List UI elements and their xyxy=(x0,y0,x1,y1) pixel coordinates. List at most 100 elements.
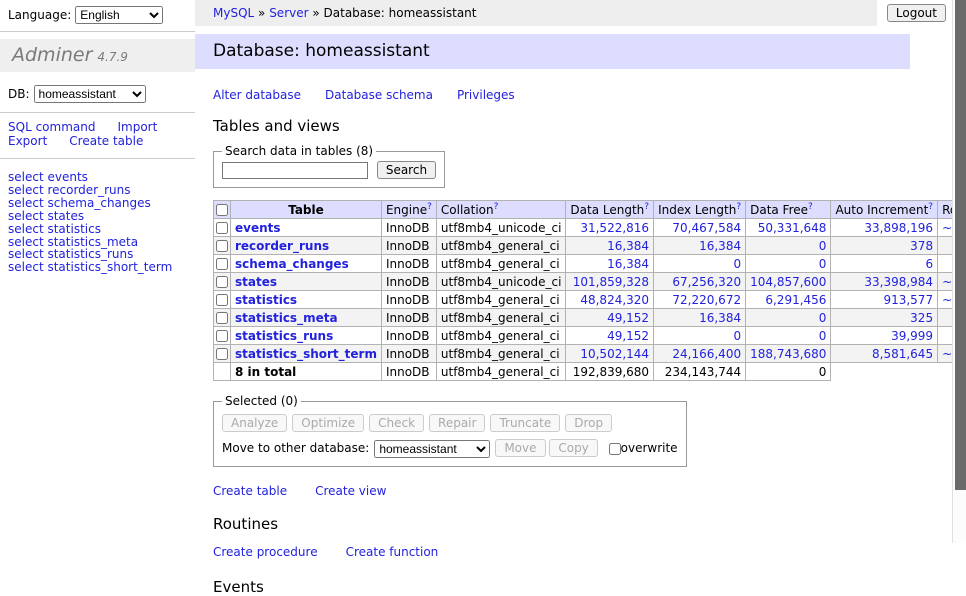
overwrite-checkbox[interactable] xyxy=(609,443,621,455)
language-select[interactable]: English xyxy=(75,6,163,24)
table-link-statistics-meta[interactable]: statistics_meta xyxy=(235,311,338,325)
nav-link-alter-database[interactable]: Alter database xyxy=(213,88,301,102)
row-checkbox[interactable] xyxy=(216,276,228,288)
tables-table: TableEngine?Collation?Data Length?Index … xyxy=(213,200,966,381)
language-label: Language: xyxy=(8,8,71,22)
table-link-recorder-runs[interactable]: recorder_runs xyxy=(235,239,329,253)
row-checkbox[interactable] xyxy=(216,240,228,252)
table-link-statistics[interactable]: statistics xyxy=(235,293,297,307)
sidebar-link-select-recorder-runs[interactable]: select recorder_runs xyxy=(8,184,195,197)
row-checkbox-cell xyxy=(214,273,231,291)
cell-collation: utf8mb4_unicode_ci xyxy=(436,273,566,291)
column-help-link[interactable]: ? xyxy=(928,202,933,212)
column-help-link[interactable]: ? xyxy=(808,202,813,212)
row-checkbox-cell xyxy=(214,309,231,327)
logout-button[interactable]: Logout xyxy=(887,4,946,22)
cell-collation: utf8mb4_general_ci xyxy=(436,291,566,309)
cell-auto-increment: 33,898,196 xyxy=(831,219,938,237)
cell-engine: InnoDB xyxy=(381,309,436,327)
nav-link-database-schema[interactable]: Database schema xyxy=(325,88,433,102)
column-header-label: Index Length xyxy=(658,203,736,217)
drop-button[interactable]: Drop xyxy=(565,414,612,432)
cell-data-length: 101,859,328 xyxy=(566,273,654,291)
move-db-select[interactable]: homeassistant xyxy=(374,440,490,458)
cell-table-name: statistics_runs xyxy=(231,327,382,345)
column-help-link[interactable]: ? xyxy=(494,202,499,212)
table-row: statistics_metaInnoDButf8mb4_general_ci4… xyxy=(214,309,966,327)
column-help-link[interactable]: ? xyxy=(736,202,741,212)
bottom-link-create-view[interactable]: Create view xyxy=(315,484,386,498)
column-header-label: Data Free xyxy=(750,203,808,217)
optimize-button[interactable]: Optimize xyxy=(292,414,364,432)
search-button[interactable]: Search xyxy=(377,161,436,179)
routine-link-create-function[interactable]: Create function xyxy=(346,545,439,559)
cell-table-name: statistics_meta xyxy=(231,309,382,327)
search-input[interactable] xyxy=(222,162,368,179)
cell-index-length: 16,384 xyxy=(654,237,746,255)
check-button[interactable]: Check xyxy=(369,414,424,432)
column-header-collation: Collation? xyxy=(436,201,566,219)
sidebar-link-select-schema-changes[interactable]: select schema_changes xyxy=(8,197,195,210)
row-checkbox[interactable] xyxy=(216,312,228,324)
column-header-index-length: Index Length? xyxy=(654,201,746,219)
column-help-link[interactable]: ? xyxy=(644,202,649,212)
nav-link-privileges[interactable]: Privileges xyxy=(457,88,515,102)
sidebar-link-select-states[interactable]: select states xyxy=(8,210,195,223)
column-help-link[interactable]: ? xyxy=(427,202,432,212)
column-header-label: Table xyxy=(288,203,324,217)
row-checkbox[interactable] xyxy=(216,348,228,360)
total-data-length-cell: 192,839,680 xyxy=(566,363,654,381)
table-link-events[interactable]: events xyxy=(235,221,281,235)
scrollbar-thumb[interactable] xyxy=(955,0,966,490)
bottom-link-create-table[interactable]: Create table xyxy=(213,484,287,498)
row-checkbox[interactable] xyxy=(216,222,228,234)
table-header-row: TableEngine?Collation?Data Length?Index … xyxy=(214,201,966,219)
sidebar-link-select-statistics-short-term[interactable]: select statistics_short_term xyxy=(8,261,195,274)
cell-table-name: statistics xyxy=(231,291,382,309)
cell-index-length: 16,384 xyxy=(654,309,746,327)
sidebar-action-create-table[interactable]: Create table xyxy=(69,134,143,148)
table-link-statistics-runs[interactable]: statistics_runs xyxy=(235,329,333,343)
move-label: Move to other database: xyxy=(222,441,369,455)
sidebar-actions: SQL command Import Export Create table xyxy=(0,113,195,159)
brand-version: 4.7.9 xyxy=(97,50,128,64)
cell-index-length: 24,166,400 xyxy=(654,345,746,363)
cell-data-length: 48,824,320 xyxy=(566,291,654,309)
column-header-label: Auto Increment xyxy=(835,203,928,217)
move-row: Move to other database: homeassistant Move… xyxy=(222,439,678,458)
sidebar-action-import[interactable]: Import xyxy=(117,120,157,134)
row-checkbox[interactable] xyxy=(216,294,228,306)
database-nav-links: Alter database Database schema Privileges xyxy=(213,88,952,102)
vertical-scrollbar[interactable] xyxy=(952,0,966,543)
copy-button[interactable]: Copy xyxy=(549,439,597,457)
column-header-table: Table xyxy=(231,201,382,219)
sidebar-action-export[interactable]: Export xyxy=(8,134,47,148)
breadcrumb-link-mysql[interactable]: MySQL xyxy=(213,6,254,20)
row-checkbox[interactable] xyxy=(216,258,228,270)
cell-auto-increment: 378 xyxy=(831,237,938,255)
truncate-button[interactable]: Truncate xyxy=(490,414,560,432)
table-link-schema-changes[interactable]: schema_changes xyxy=(235,257,349,271)
topbar: MySQL » Server » Database: homeassistant… xyxy=(195,0,952,26)
breadcrumb-link-server[interactable]: Server xyxy=(269,6,308,20)
routine-link-create-procedure[interactable]: Create procedure xyxy=(213,545,318,559)
routines-heading: Routines xyxy=(213,515,952,533)
table-link-statistics-short-term[interactable]: statistics_short_term xyxy=(235,347,377,361)
row-checkbox[interactable] xyxy=(216,330,228,342)
sidebar-action-sql-command[interactable]: SQL command xyxy=(8,120,95,134)
table-row: statisticsInnoDButf8mb4_general_ci48,824… xyxy=(214,291,966,309)
sidebar-link-select-statistics[interactable]: select statistics xyxy=(8,223,195,236)
column-header-engine: Engine? xyxy=(381,201,436,219)
db-select[interactable]: homeassistant xyxy=(34,85,146,103)
cell-auto-increment: 33,398,984 xyxy=(831,273,938,291)
analyze-button[interactable]: Analyze xyxy=(222,414,287,432)
page-title: Database: homeassistant xyxy=(195,34,910,69)
move-button[interactable]: Move xyxy=(495,439,545,457)
sidebar-link-select-events[interactable]: select events xyxy=(8,171,195,184)
table-row: schema_changesInnoDButf8mb4_general_ci16… xyxy=(214,255,966,273)
repair-button[interactable]: Repair xyxy=(429,414,485,432)
breadcrumb-current: Database: homeassistant xyxy=(324,6,477,20)
table-link-states[interactable]: states xyxy=(235,275,277,289)
cell-collation: utf8mb4_unicode_ci xyxy=(436,219,566,237)
select-all-checkbox[interactable] xyxy=(216,204,228,216)
